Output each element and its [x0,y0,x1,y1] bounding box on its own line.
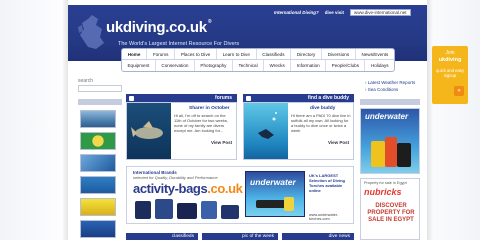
dive-news-header[interactable]: dive news [282,233,354,240]
page-container: ukdiving.co.uk® The World's Largest Inte… [68,0,427,240]
buddy-post-excerpt: Hi there am a PADI 70 dive live in suffo… [291,113,351,133]
buddy-view-post-link[interactable]: View Post [328,140,349,145]
underwater-torches-side-ad[interactable]: underwater [360,108,420,174]
search-label: search [78,78,94,84]
ad-url[interactable]: www.underwater-torches.com [309,213,353,221]
page-shadow-right [427,0,433,240]
nav-item-diversions[interactable]: Diversions [322,49,356,59]
left-promo-badge[interactable] [80,132,116,150]
arrow-right-icon[interactable]: » [454,86,464,96]
ad-headline: activity-bags.co.uk [133,181,243,196]
forums-icon [129,95,134,101]
nav-item-home[interactable]: Home [122,49,148,59]
nav-item-photography[interactable]: Photography [195,60,233,71]
buddy-post-title[interactable]: dive buddy [310,106,335,111]
international-label: International Diving? [274,10,319,15]
nav-item-holidays[interactable]: Holidays [365,60,394,71]
left-promo-photo[interactable] [80,154,116,172]
buddy-post-image [244,103,288,159]
nav-item-people-clubs[interactable]: People/Clubs [326,60,366,71]
buddy-panel-header[interactable]: find a dive buddy [243,94,354,102]
ad-subtitle: selected for Quality, Durability and Per… [133,175,218,180]
nav-item-classifieds[interactable]: Classifieds [257,49,292,59]
side-ad-underwater-title: underwater [365,112,409,121]
top-strip: International Diving? dive visit www.div… [268,8,427,17]
nav-item-news-events[interactable]: News/Events [356,49,394,59]
torch-cluster-icon [371,137,411,167]
buddy-icon [246,95,251,101]
pic-of-week-header[interactable]: pic of the week [202,233,278,240]
search-input[interactable] [78,85,122,92]
buddy-panel: dive buddy Hi there am a PADI 70 dive li… [243,102,354,160]
nav-row-secondary: Equipment Conservation Photography Techn… [122,60,394,71]
signup-text: quick and easy signup [436,68,464,78]
site-logo[interactable]: ukdiving.co.uk® [106,19,212,36]
join-ukdiving-ad[interactable]: Join ukdiving quick and easy signup » [432,46,468,104]
nav-item-places-to-dive[interactable]: Places to Dive [175,49,217,59]
discover-property-text: DISCOVER PROPERTY FOR SALE IN EGYPT [367,203,415,223]
dive-international-link[interactable]: www.dive-international.net [350,9,411,16]
forums-title: forums [215,95,232,101]
nav-item-conservation[interactable]: Conservation [156,60,195,71]
ukdiving-text: ukdiving [438,57,462,63]
sea-conditions-link[interactable]: › Sea Conditions [365,87,398,92]
property-label: Property for sale in Egypt [364,181,407,185]
nav-item-wrecks[interactable]: Wrecks [264,60,292,71]
nav-item-directory[interactable]: Directory [291,49,322,59]
underwater-torches-ad-image: underwater [245,171,305,217]
nav-row-primary: Home Forums Places to Dive Learn to Dive… [122,49,394,60]
underwater-ad-title: underwater [250,177,296,187]
uk-map-icon [78,15,104,49]
nav-item-equipment[interactable]: Equipment [122,60,156,71]
nubricks-logo: nubricks [364,187,402,197]
forums-post-excerpt: Hi all, I'm off to search on the 11th of… [174,113,228,133]
bags-image [135,199,239,219]
buddy-title: find a dive buddy [307,95,349,101]
site-tagline: The World's Largest Internet Resource Fo… [118,41,240,47]
nav-item-forums[interactable]: Forums [147,49,176,59]
left-promo-diver[interactable] [80,176,116,194]
weather-reports-link[interactable]: › Latest Weather Reports [365,80,415,85]
left-promo-yellow[interactable] [80,198,116,216]
forums-post-image [127,103,171,159]
forums-post-title[interactable]: Sharer in October [189,106,230,111]
nav-item-technical[interactable]: Technical [233,60,265,71]
forums-panel: Sharer in October Hi all, I'm off to sea… [126,102,237,160]
forums-view-post-link[interactable]: View Post [211,140,232,145]
classifieds-header[interactable]: classifieds [126,233,198,240]
ad-right-text: UK's LARGEST Selection of Diving Torches… [309,173,346,193]
right-section-header [360,99,420,105]
nav-item-information[interactable]: Information [291,60,327,71]
activity-bags-ad[interactable]: International Brands selected for Qualit… [126,166,354,224]
torch-icon [256,197,294,211]
dive-visit-label: dive visit [324,10,345,15]
left-promo-boat[interactable] [80,110,116,128]
nav-item-learn-to-dive[interactable]: Learn to Dive [217,49,257,59]
join-text: Join [445,50,455,56]
main-nav: Home Forums Places to Dive Learn to Dive… [121,48,395,72]
left-section-header [78,99,122,105]
nubricks-ad[interactable]: Property for sale in Egypt nubricks DISC… [360,178,420,240]
left-promo-destinations[interactable] [80,220,116,238]
forums-panel-header[interactable]: forums [126,94,237,102]
